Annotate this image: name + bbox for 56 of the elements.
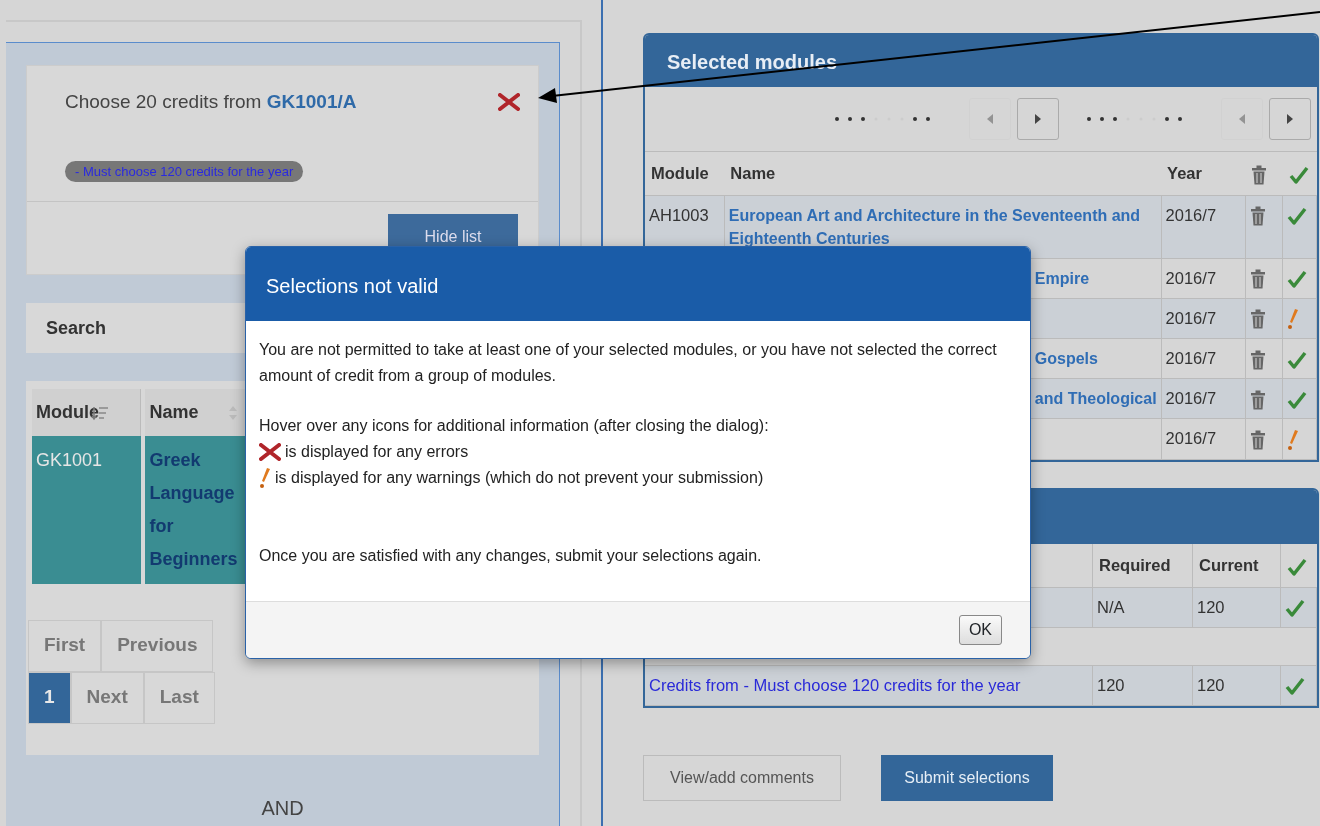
page-button[interactable]: Next — [70, 671, 144, 724]
scroll-dots-icon — [833, 115, 933, 123]
table-cell: 2016/7 — [1161, 195, 1246, 259]
table-cell: 2016/7 — [1161, 258, 1246, 299]
rule-badge: - Must choose 120 credits for the year — [65, 160, 304, 182]
module-name-link[interactable]: Empire — [1034, 266, 1157, 290]
error-cross-icon — [259, 443, 281, 461]
table-cell: 2016/7 — [1161, 418, 1246, 460]
trash-icon[interactable] — [1249, 206, 1266, 227]
legend-text: is displayed for any warnings (which do not prevent your submission) — [275, 468, 764, 488]
module-code-link[interactable]: GK1001/A — [266, 91, 357, 112]
legend-text: is displayed for any errors — [285, 442, 469, 462]
left-arrow-icon — [1238, 113, 1246, 125]
left-arrow-icon — [986, 113, 994, 125]
column-header[interactable]: Current — [1192, 544, 1281, 588]
table-cell: 120 — [1192, 587, 1281, 628]
submit-button[interactable]: Submit selections — [881, 754, 1053, 801]
check-icon — [1285, 599, 1305, 618]
table-cell: GK1001 — [32, 435, 142, 584]
check-icon — [1288, 165, 1309, 184]
page-button[interactable]: Previous — [101, 619, 214, 672]
scroll-dots-icon — [1085, 115, 1185, 123]
module-name-link[interactable]: and Theological — [1034, 387, 1157, 411]
check-icon — [1287, 557, 1307, 576]
trash-icon[interactable] — [1249, 309, 1266, 330]
module-name-link[interactable]: Gospels — [1034, 347, 1157, 371]
check-icon — [1285, 677, 1305, 696]
warning-exclamation-icon — [259, 467, 271, 489]
trash-icon[interactable] — [1249, 430, 1266, 451]
table-cell: 120 — [1092, 665, 1193, 706]
page-button[interactable]: First — [28, 619, 102, 672]
trash-icon[interactable] — [1251, 164, 1268, 185]
column-header[interactable]: Module — [32, 388, 142, 436]
right-arrow-icon — [1034, 113, 1042, 125]
connector-text: AND — [260, 795, 305, 821]
panel-title: Selected modules — [645, 35, 1317, 87]
page-button[interactable]: 1 — [28, 671, 71, 724]
trash-icon[interactable] — [1249, 390, 1266, 411]
group-title: Choose 20 credits from GK1001/A — [65, 90, 357, 114]
dialog-title: Selections not valid — [246, 247, 1030, 321]
table-cell: 120 — [1192, 665, 1281, 706]
column-header[interactable]: Name — [724, 152, 1162, 196]
column-header[interactable]: Module — [645, 152, 725, 196]
comments-button[interactable]: View/add comments — [643, 754, 841, 801]
page-button[interactable]: Last — [143, 671, 215, 724]
table-cell: 2016/7 — [1161, 378, 1246, 419]
column-header[interactable]: Required — [1092, 544, 1193, 588]
table-cell: 2016/7 — [1161, 338, 1246, 379]
right-arrow-icon — [1286, 113, 1294, 125]
column-header[interactable]: Year — [1161, 152, 1246, 196]
table-cell: N/A — [1092, 587, 1193, 628]
table-cell: 2016/7 — [1161, 298, 1246, 339]
ok-button[interactable]: OK — [958, 615, 1002, 645]
dialog-message: You are not permitted to take at least one of your selected modules, or you have not selected the correct amount of credit from a group of modules. — [259, 340, 998, 386]
trash-icon[interactable] — [1249, 269, 1266, 290]
trash-icon[interactable] — [1249, 350, 1266, 371]
